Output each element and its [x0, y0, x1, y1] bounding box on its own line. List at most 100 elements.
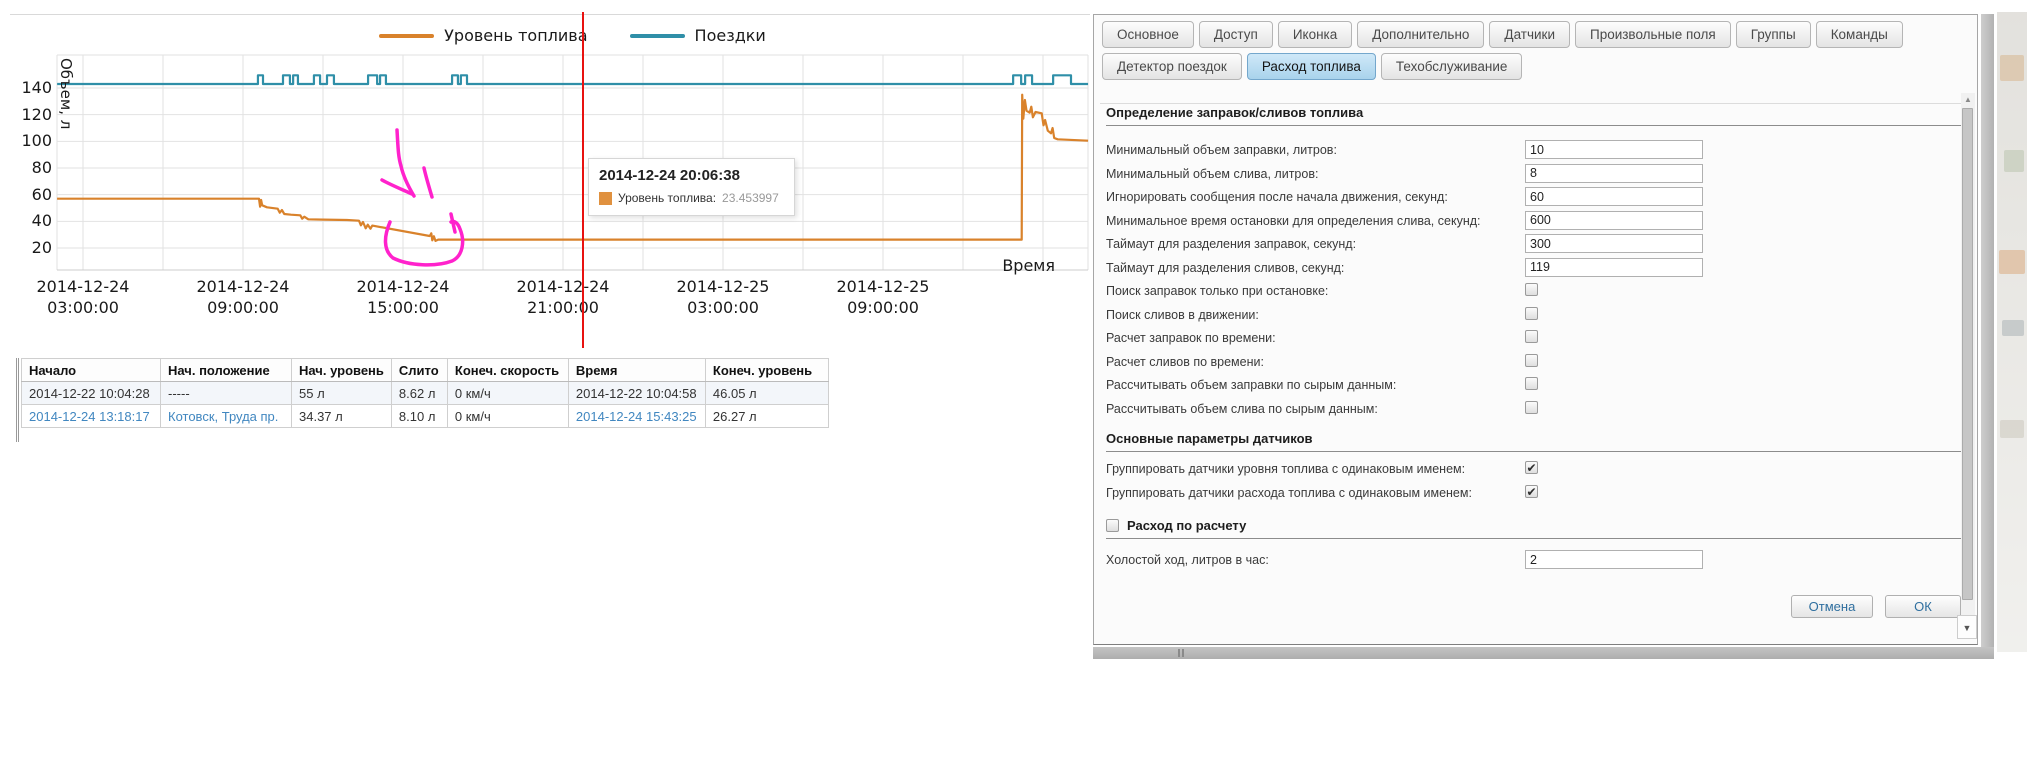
field-label: Рассчитывать объем заправки по сырым дан…	[1106, 378, 1396, 392]
text-input[interactable]	[1525, 140, 1703, 159]
table-cell: 0 км/ч	[447, 405, 568, 428]
table-cell: 26.27 л	[705, 405, 828, 428]
column-header[interactable]: Начало	[22, 359, 161, 382]
checkbox[interactable]	[1525, 330, 1538, 343]
text-input[interactable]	[1525, 234, 1703, 253]
field-label: Минимальный объем слива, литров:	[1106, 167, 1318, 181]
field-label: Группировать датчики уровня топлива с од…	[1106, 462, 1465, 476]
trips-line	[57, 75, 1088, 84]
section-title-text: Расход по расчету	[1127, 518, 1246, 533]
cancel-button[interactable]: Отмена	[1791, 595, 1873, 618]
scroll-down-icon[interactable]: ▼	[1957, 615, 1977, 639]
form-row: Группировать датчики уровня топлива с од…	[1106, 459, 1967, 481]
legend-item: Поездки	[630, 26, 766, 45]
checkbox[interactable]: ✔	[1525, 485, 1538, 498]
cell-link[interactable]: Котовск, Труда пр.	[168, 409, 278, 424]
checkbox[interactable]	[1525, 307, 1538, 320]
section-title: Основные параметры датчиков	[1106, 431, 1967, 452]
table-row[interactable]: 2014-12-22 10:04:28-----55 л8.62 л0 км/ч…	[22, 382, 829, 405]
y-axis-title: Объем, л	[57, 58, 75, 129]
dialog-tabs-row2: Детектор поездокРасход топливаТехобслужи…	[1102, 53, 1522, 80]
text-input[interactable]	[1525, 211, 1703, 230]
legend-item: Уровень топлива	[379, 26, 587, 45]
scrollbar-thumb[interactable]	[1962, 108, 1973, 600]
x-tick-label: 2014-12-2421:00:00	[493, 276, 633, 318]
tab-row2[interactable]: Расход топлива	[1247, 53, 1376, 80]
cell-link[interactable]: 2014-12-24 15:43:25	[576, 409, 697, 424]
series-swatch-icon	[599, 192, 612, 205]
table-cell: 55 л	[292, 382, 392, 405]
form-row: Игнорировать сообщения после начала движ…	[1106, 187, 1967, 209]
column-header[interactable]: Конеч. уровень	[705, 359, 828, 382]
form-row: Рассчитывать объем слива по сырым данным…	[1106, 399, 1967, 421]
section-title: Определение заправок/сливов топлива	[1106, 105, 1967, 126]
tab-row1[interactable]: Основное	[1102, 21, 1194, 48]
annotation-scribble	[451, 214, 455, 232]
annotation-scribble	[397, 130, 414, 196]
field-label: Таймаут для разделения заправок, секунд:	[1106, 237, 1356, 251]
field-label: Группировать датчики расхода топлива с о…	[1106, 486, 1472, 500]
x-axis-title: Время	[935, 256, 1055, 275]
text-input[interactable]	[1525, 187, 1703, 206]
table-row[interactable]: 2014-12-24 13:18:17 Котовск, Труда пр. 34.…	[22, 405, 829, 428]
text-input[interactable]	[1525, 164, 1703, 183]
splitter-grip-icon[interactable]	[1178, 649, 1184, 657]
tab-row1[interactable]: Команды	[1816, 21, 1903, 48]
tooltip-timestamp: 2014-12-24 20:06:38	[589, 159, 794, 189]
vertical-scrollbar[interactable]: ▲	[1961, 93, 1975, 635]
fuel-chart-panel: Уровень топливаПоездки Объем, л 14012010…	[0, 0, 1100, 350]
table-cell: -----	[161, 382, 292, 405]
table-cell: Котовск, Труда пр.	[161, 405, 292, 428]
column-header[interactable]: Нач. положение	[161, 359, 292, 382]
tab-row1[interactable]: Дополнительно	[1357, 21, 1484, 48]
cursor-line	[582, 12, 584, 348]
y-tick-label: 60	[0, 185, 52, 204]
tab-row1[interactable]: Произвольные поля	[1575, 21, 1731, 48]
tab-row1[interactable]: Иконка	[1278, 21, 1352, 48]
tab-row2[interactable]: Техобслуживание	[1381, 53, 1523, 80]
fuel-events-table: НачалоНач. положениеНач. уровеньСлитоКон…	[21, 358, 829, 428]
legend-line-swatch-icon	[630, 34, 685, 38]
chart-tooltip: 2014-12-24 20:06:38 Уровень топлива: 23.…	[588, 158, 795, 216]
annotation-scribble	[424, 168, 432, 197]
y-tick-label: 80	[0, 158, 52, 177]
legend-line-swatch-icon	[379, 34, 434, 38]
field-label: Холостой ход, литров в час:	[1106, 553, 1269, 567]
form-row: Таймаут для разделения заправок, секунд:	[1106, 234, 1967, 256]
text-input[interactable]	[1525, 550, 1703, 569]
legend-label: Уровень топлива	[444, 26, 587, 45]
field-label: Таймаут для разделения сливов, секунд:	[1106, 261, 1344, 275]
checkbox[interactable]	[1525, 401, 1538, 414]
column-header[interactable]: Слито	[391, 359, 447, 382]
field-label: Поиск сливов в движении:	[1106, 308, 1259, 322]
y-tick-label: 140	[0, 78, 52, 97]
text-input[interactable]	[1525, 258, 1703, 277]
tab-row1[interactable]: Доступ	[1199, 21, 1273, 48]
checkbox[interactable]	[1525, 354, 1538, 367]
checkbox[interactable]: ✔	[1525, 461, 1538, 474]
table-cell: 2014-12-24 13:18:17	[22, 405, 161, 428]
form-row: Минимальный объем заправки, литров:	[1106, 140, 1967, 162]
table-cell: 46.05 л	[705, 382, 828, 405]
table-cell: 34.37 л	[292, 405, 392, 428]
unit-properties-dialog: ОсновноеДоступИконкаДополнительноДатчики…	[1093, 14, 1978, 645]
cell-link[interactable]: 2014-12-24 13:18:17	[29, 409, 150, 424]
column-header[interactable]: Время	[568, 359, 705, 382]
checkbox[interactable]	[1525, 283, 1538, 296]
tab-row1[interactable]: Датчики	[1489, 21, 1570, 48]
checkbox[interactable]	[1525, 377, 1538, 390]
y-tick-label: 40	[0, 211, 52, 230]
horizontal-splitter[interactable]	[1093, 647, 1994, 659]
tab-row1[interactable]: Группы	[1736, 21, 1811, 48]
form-row: Таймаут для разделения сливов, секунд:	[1106, 258, 1967, 280]
page: Уровень топливаПоездки Объем, л 14012010…	[0, 0, 2027, 775]
ok-button[interactable]: ОК	[1885, 595, 1961, 618]
section-checkbox[interactable]	[1106, 519, 1119, 532]
column-header[interactable]: Нач. уровень	[292, 359, 392, 382]
table-cell: 8.62 л	[391, 382, 447, 405]
scroll-up-icon[interactable]: ▲	[1961, 93, 1975, 106]
tab-row2[interactable]: Детектор поездок	[1102, 53, 1242, 80]
x-tick-label: 2014-12-2415:00:00	[333, 276, 473, 318]
background-map-strip	[1997, 12, 2027, 652]
column-header[interactable]: Конеч. скорость	[447, 359, 568, 382]
